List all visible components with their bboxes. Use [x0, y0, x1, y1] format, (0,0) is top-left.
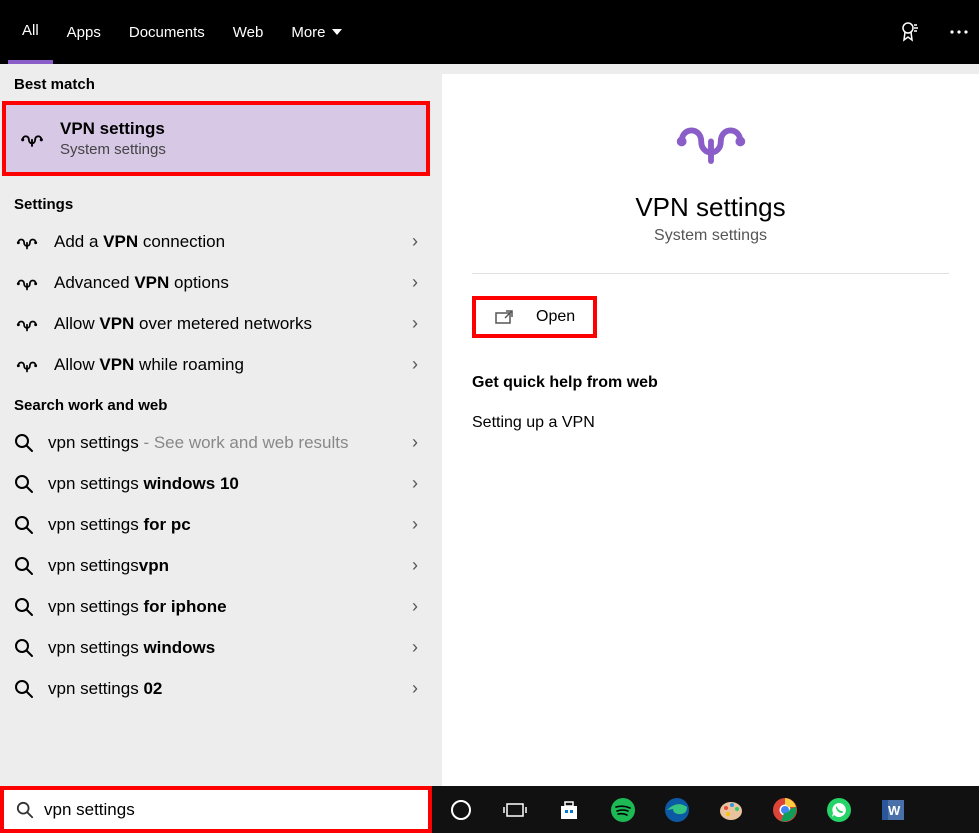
best-match-highlight: VPN settings System settings — [2, 101, 430, 176]
web-result-label: vpn settings for iphone — [48, 597, 412, 617]
chevron-right-icon: › — [412, 432, 418, 453]
taskbar-chrome[interactable] — [762, 790, 808, 830]
chevron-right-icon: › — [412, 231, 418, 252]
web-result-label: vpn settings for pc — [48, 515, 412, 535]
vpn-icon — [18, 128, 46, 150]
preview-subtitle: System settings — [654, 227, 767, 245]
tab-web[interactable]: Web — [219, 0, 278, 64]
open-button-label: Open — [536, 308, 575, 326]
chevron-right-icon: › — [412, 596, 418, 617]
web-result-label: vpn settings windows — [48, 638, 412, 658]
web-result[interactable]: vpn settings 02 › — [0, 668, 432, 709]
web-result-label: vpn settings - See work and web results — [48, 433, 412, 453]
rewards-icon[interactable] — [899, 20, 923, 44]
best-match-subtitle: System settings — [60, 141, 166, 158]
taskbar-word[interactable]: W — [870, 790, 916, 830]
best-match-title: VPN settings — [60, 119, 166, 139]
search-results-panel: Best match VPN settings System settings … — [0, 64, 432, 786]
taskbar-cortana[interactable] — [438, 790, 484, 830]
taskbar-store[interactable] — [546, 790, 592, 830]
vpn-icon — [14, 232, 40, 252]
chevron-right-icon: › — [412, 637, 418, 658]
best-match-result[interactable]: VPN settings System settings — [6, 105, 426, 172]
chevron-right-icon: › — [412, 678, 418, 699]
preview-title: VPN settings — [635, 192, 785, 223]
chevron-down-icon — [332, 29, 342, 35]
section-search-web: Search work and web — [0, 385, 432, 422]
tab-more[interactable]: More — [277, 0, 355, 64]
web-result-label: vpn settings 02 — [48, 679, 412, 699]
web-result-label: vpn settingsvpn — [48, 556, 412, 576]
search-icon — [16, 801, 34, 819]
settings-item-label: Allow VPN over metered networks — [54, 314, 412, 334]
chevron-right-icon: › — [412, 555, 418, 576]
chevron-right-icon: › — [412, 514, 418, 535]
taskbar-edge[interactable] — [654, 790, 700, 830]
taskbar-taskview[interactable] — [492, 790, 538, 830]
search-icon — [14, 638, 34, 658]
vpn-icon — [14, 355, 40, 375]
chevron-right-icon: › — [412, 313, 418, 334]
taskbar-paint[interactable] — [708, 790, 754, 830]
search-input[interactable] — [44, 800, 416, 820]
search-icon — [14, 556, 34, 576]
section-best-match: Best match — [0, 64, 432, 101]
settings-item-label: Advanced VPN options — [54, 273, 412, 293]
web-result[interactable]: vpn settings for pc › — [0, 504, 432, 545]
open-icon — [494, 309, 514, 325]
settings-item-vpn-roaming[interactable]: Allow VPN while roaming › — [0, 344, 432, 385]
search-box-highlight — [0, 786, 432, 833]
settings-item-vpn-metered[interactable]: Allow VPN over metered networks › — [0, 303, 432, 344]
search-icon — [14, 474, 34, 494]
settings-item-advanced-vpn[interactable]: Advanced VPN options › — [0, 262, 432, 303]
search-filter-tabs: All Apps Documents Web More — [0, 0, 979, 64]
svg-text:W: W — [888, 803, 901, 818]
web-result-label: vpn settings windows 10 — [48, 474, 412, 494]
vpn-icon — [667, 104, 755, 174]
preview-panel: VPN settings System settings Open Get qu… — [442, 74, 979, 786]
taskbar: W — [432, 786, 979, 833]
settings-item-add-vpn[interactable]: Add a VPN connection › — [0, 221, 432, 262]
tab-all[interactable]: All — [8, 0, 53, 64]
tab-apps[interactable]: Apps — [53, 0, 115, 64]
section-settings: Settings — [0, 184, 432, 221]
quick-help-link[interactable]: Setting up a VPN — [472, 414, 949, 432]
web-result[interactable]: vpn settings - See work and web results … — [0, 422, 432, 463]
taskbar-spotify[interactable] — [600, 790, 646, 830]
chevron-right-icon: › — [412, 473, 418, 494]
taskbar-whatsapp[interactable] — [816, 790, 862, 830]
search-icon — [14, 515, 34, 535]
quick-help-header: Get quick help from web — [472, 374, 949, 392]
search-icon — [14, 679, 34, 699]
chevron-right-icon: › — [412, 354, 418, 375]
search-icon — [14, 597, 34, 617]
divider — [472, 273, 949, 274]
open-button-highlight: Open — [472, 296, 597, 338]
web-result[interactable]: vpn settings for iphone › — [0, 586, 432, 627]
vpn-icon — [14, 314, 40, 334]
web-result[interactable]: vpn settingsvpn › — [0, 545, 432, 586]
tab-more-label: More — [291, 24, 325, 41]
web-result[interactable]: vpn settings windows 10 › — [0, 463, 432, 504]
web-result[interactable]: vpn settings windows › — [0, 627, 432, 668]
settings-item-label: Add a VPN connection — [54, 232, 412, 252]
open-button[interactable]: Open — [476, 300, 593, 334]
vpn-icon — [14, 273, 40, 293]
chevron-right-icon: › — [412, 272, 418, 293]
tab-documents[interactable]: Documents — [115, 0, 219, 64]
more-options-icon[interactable] — [947, 20, 971, 44]
settings-item-label: Allow VPN while roaming — [54, 355, 412, 375]
search-icon — [14, 433, 34, 453]
